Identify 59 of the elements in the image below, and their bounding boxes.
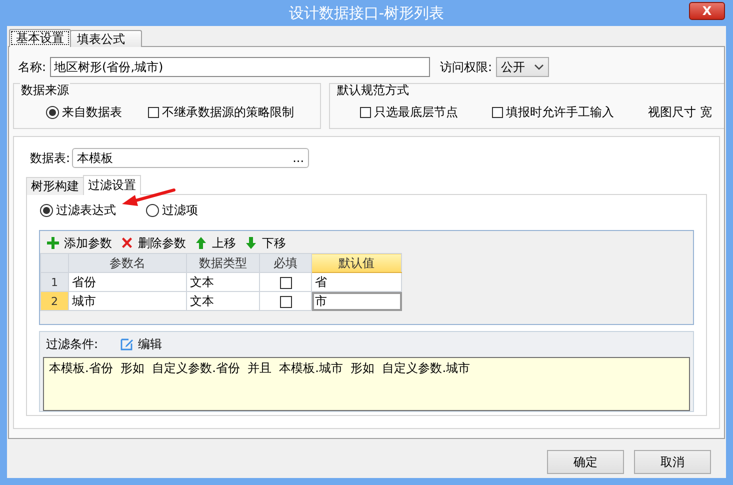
tab[interactable]: 基本设置 <box>9 29 71 47</box>
name-field[interactable]: 地区树形(省份,城市) <box>50 57 430 77</box>
row-number[interactable]: 1 <box>40 272 68 292</box>
cross-icon <box>120 236 134 250</box>
data-table-field[interactable]: 本模板 ... <box>72 148 310 168</box>
radio-label: 过滤项 <box>162 202 198 218</box>
field-label: 名称: <box>18 58 46 76</box>
group-title: 数据来源 <box>20 82 70 99</box>
group-title: 默认规范方式 <box>336 84 410 99</box>
tab[interactable]: 过滤设置 <box>83 175 141 195</box>
table-cell: 城市 <box>68 292 186 310</box>
chevron-down-icon <box>534 64 544 70</box>
column-header[interactable]: 默认值 <box>312 254 402 272</box>
checkbox[interactable] <box>280 296 292 308</box>
field-label: 数据表: <box>30 150 70 166</box>
cancel-button[interactable]: 取消 <box>634 450 711 474</box>
field-label: 视图尺寸 宽 <box>648 104 712 120</box>
toolbar-button[interactable]: 删除参数 <box>120 234 186 252</box>
close-button[interactable]: X <box>689 2 725 20</box>
browse-button[interactable]: ... <box>292 151 304 165</box>
tab[interactable]: 填表公式 <box>70 30 142 47</box>
toolbar-button[interactable]: 上移 <box>194 234 236 252</box>
ok-button[interactable]: 确定 <box>547 450 624 474</box>
checkbox[interactable] <box>280 276 292 289</box>
grid-header-corner <box>40 254 68 272</box>
radio-label: 来自数据表 <box>62 104 122 120</box>
window-title: 设计数据接口-树形列表 <box>288 4 444 22</box>
checkbox[interactable] <box>360 106 371 118</box>
radio-button[interactable] <box>46 106 59 118</box>
edit-icon <box>120 337 134 351</box>
plus-icon <box>46 236 60 250</box>
access-dropdown[interactable]: 公开 <box>496 57 550 77</box>
table-cell: 省 <box>312 272 402 292</box>
condition-text-area[interactable]: 本模板.省份 形如 自定义参数.省份 并且 本模板.城市 形如 自定义参数.城市 <box>43 357 690 411</box>
down-arrow-icon <box>244 236 258 250</box>
input-field[interactable]: 市 <box>312 292 402 310</box>
edit-button[interactable]: 编辑 <box>120 336 162 352</box>
field-label: 访问权限: <box>440 58 492 76</box>
column-header[interactable]: 参数名 <box>68 254 186 272</box>
column-header[interactable]: 数据类型 <box>186 254 260 272</box>
field-label: 过滤条件: <box>46 336 98 352</box>
toolbar-button[interactable]: 添加参数 <box>46 234 112 252</box>
checkbox-label: 不继承数据源的策略限制 <box>162 104 294 120</box>
checkbox-label: 只选最底层节点 <box>374 104 458 120</box>
table-cell: 文本 <box>186 292 260 310</box>
row-number[interactable]: 2 <box>40 292 68 310</box>
radio-label: 过滤表达式 <box>56 202 116 218</box>
pointer-arrow <box>122 188 176 206</box>
table-cell: 省份 <box>68 272 186 292</box>
tab[interactable]: 树形构建 <box>26 177 84 195</box>
checkbox-label: 填报时允许手工输入 <box>506 104 614 120</box>
radio-button[interactable] <box>40 204 53 216</box>
table-cell: 文本 <box>186 272 260 292</box>
radio-button[interactable] <box>146 204 159 216</box>
checkbox[interactable] <box>148 106 159 118</box>
toolbar-button[interactable]: 下移 <box>244 234 286 252</box>
up-arrow-icon <box>194 236 208 250</box>
checkbox[interactable] <box>492 106 503 118</box>
column-header[interactable]: 必填 <box>260 254 312 272</box>
